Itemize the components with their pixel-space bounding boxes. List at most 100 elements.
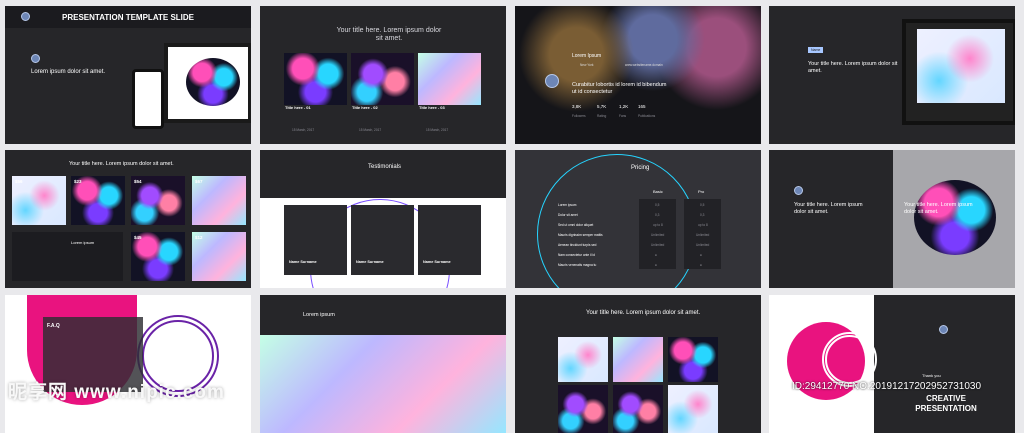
item-title: Title here - 03 (419, 105, 445, 110)
slide-heading: Your title here. Lorem ipsum dolor sit a… (808, 61, 898, 74)
check-icon: ● (700, 253, 702, 257)
plan-value: 0,3 (700, 213, 705, 217)
stat-label: Fans (619, 114, 627, 118)
image-card (351, 53, 414, 105)
plan-value: Unlimited (696, 243, 710, 247)
price-value: $56 (15, 179, 23, 184)
watermark: 昵享网 www.nipic.com (8, 382, 225, 403)
spiral-ring (822, 332, 877, 387)
profile-name: Lorem Ipsum (572, 53, 602, 59)
stat-label: Rating (597, 114, 607, 118)
abstract-shape (186, 58, 240, 106)
image-id-credit: ID:29412770 NO:20191217202952731030 (792, 381, 982, 392)
feature-row: Dolor sit amet (558, 213, 578, 217)
slide-heading: F.A.Q (47, 323, 60, 329)
gallery-image (613, 385, 663, 433)
feature-row: Mauris venenatis magna tu (558, 263, 597, 267)
name-badge: Name (808, 47, 824, 54)
plan-name: Basic (653, 189, 663, 194)
slide-heading: CREATIVE PRESENTATION (915, 394, 977, 413)
stat-value: 165 (638, 104, 646, 109)
slide-thumbnail-grid: PRESENTATION TEMPLATE SLIDE Lorem ipsum … (0, 0, 1024, 433)
slide-thumbnail[interactable]: Pricing Basic Pro Lorem ipsum Dolor sit … (515, 150, 761, 288)
gallery-image (558, 337, 608, 382)
item-date: 15 March, 2017 (426, 128, 449, 132)
plan-value: Unlimited (696, 233, 710, 237)
slide-thumbnail[interactable]: PRESENTATION TEMPLATE SLIDE Lorem ipsum … (5, 6, 251, 144)
price-value: $23 (74, 179, 82, 184)
featured-card (12, 232, 123, 281)
price-value: $67 (195, 179, 203, 184)
plan-value: up to 8 (653, 223, 663, 227)
slide-thumbnail[interactable]: Name Your title here. Lorem ipsum dolor … (769, 6, 1015, 144)
avatar (545, 74, 559, 88)
caption: Lorem ipsum (71, 240, 95, 245)
stat-value: 3,8K (572, 104, 582, 109)
gallery-image (613, 337, 663, 382)
stat-value: 1,2K (619, 104, 629, 109)
slide-heading: Your title here. Lorem ipsum dolor sit a… (336, 27, 442, 43)
image-card (418, 53, 481, 105)
price-value: $45 (134, 235, 142, 240)
plan-value: up to 8 (698, 223, 708, 227)
website-text: www.websitename.domain (625, 63, 663, 67)
slide-title: PRESENTATION TEMPLATE SLIDE (62, 13, 195, 22)
slide-thumbnail[interactable]: Your title here. Lorem ipsum dolor sit a… (5, 150, 251, 288)
slide-heading: Your title here. Lorem ipsum dolor sit a… (586, 310, 701, 316)
location-text: New York (580, 63, 594, 67)
logo-icon (21, 12, 30, 21)
slide-thumbnail[interactable]: Your title here. Lorem ipsum dolor sit a… (260, 6, 506, 144)
thanks-text: Thank you (922, 373, 941, 378)
stat-value: 5,7K (597, 104, 607, 109)
gradient-background (260, 335, 506, 433)
testimonial-name: Name Surname (356, 260, 384, 264)
price-value: $12 (195, 235, 203, 240)
plan-value: 0,5 (655, 203, 660, 207)
check-icon: ● (655, 253, 657, 257)
abstract-shape (914, 180, 996, 255)
check-icon: ● (655, 263, 657, 267)
item-date: 15 March, 2017 (292, 128, 315, 132)
slide-thumbnail[interactable]: F.A.Q (5, 295, 251, 433)
testimonial-name: Name Surname (423, 260, 451, 264)
feature-row: Aenean tincidunt turpis sed (558, 243, 597, 247)
feature-row: Nam consectetur ante il id (558, 253, 595, 257)
item-date: 15 March, 2017 (359, 128, 382, 132)
testimonial-name: Name Surname (289, 260, 317, 264)
plan-name: Pro (698, 189, 705, 194)
plan-value: 0,3 (655, 213, 660, 217)
logo-icon (939, 325, 948, 334)
feature-row: Lorem ipsum (558, 203, 577, 207)
plan-value: Unlimited (651, 233, 665, 237)
gallery-image (668, 385, 718, 433)
plan-value: 0,5 (700, 203, 705, 207)
slide-thumbnail[interactable]: Lorem Ipsum New York www.websitename.dom… (515, 6, 761, 144)
header-band (260, 150, 506, 198)
feature-row: Sed ut omni dolor aliquet (558, 223, 594, 227)
stat-label: Publications (638, 114, 656, 118)
slide-thumbnail[interactable]: Your title here. Lorem ipsum dolor sit a… (515, 295, 761, 433)
slide-thumbnail[interactable]: Your title here. Lorem ipsum dolor sit a… (769, 150, 1015, 288)
plan-value: Unlimited (651, 243, 665, 247)
slide-thumbnail[interactable]: Thank you CREATIVE PRESENTATION (769, 295, 1015, 433)
item-title: Title here - 01 (285, 105, 311, 110)
slide-heading: Lorem ipsum dolor sit amet. (31, 69, 106, 75)
price-value: $54 (134, 179, 142, 184)
logo-icon (31, 54, 40, 63)
gallery-image (668, 337, 718, 382)
tagline: Curabitur lobortis id lorem id bibendum … (572, 82, 667, 95)
logo-icon (794, 186, 803, 195)
gallery-image (558, 385, 608, 433)
slide-thumbnail[interactable]: Lorem ipsum (260, 295, 506, 433)
gradient-image (917, 29, 1005, 103)
feature-row: Mauris dignissim semper mattis (558, 233, 603, 237)
slide-heading: Your title here. Lorem ipsum dolor sit a… (794, 202, 863, 215)
phone-mockup (132, 69, 164, 129)
slide-heading: Your title here. Lorem ipsum dolor sit a… (69, 161, 174, 167)
slide-heading: Lorem ipsum (303, 312, 335, 318)
slide-thumbnail[interactable]: Testimonials Name Surname Name Surname N… (260, 150, 506, 288)
image-card (284, 53, 347, 105)
slide-heading: Pricing (631, 165, 650, 171)
overlay-heading: Your title here. Lorem ipsum dolor sit a… (904, 202, 973, 215)
check-icon: ● (700, 263, 702, 267)
